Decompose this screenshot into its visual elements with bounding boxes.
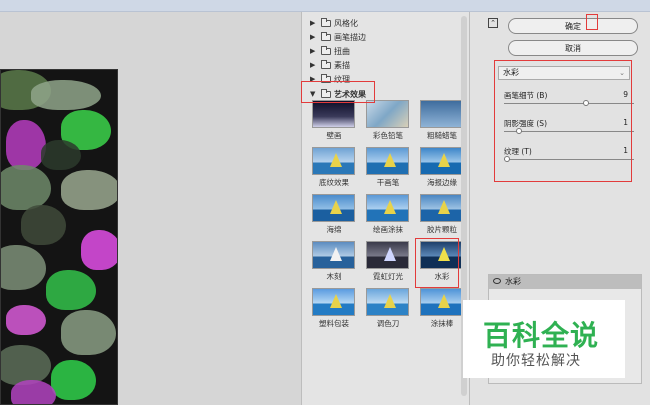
filter-thumb[interactable]: 调色刀 — [366, 288, 410, 329]
filter-thumb[interactable]: 木刻 — [312, 241, 356, 282]
filter-preview-image — [312, 100, 355, 128]
folder-icon — [321, 31, 331, 41]
filter-gallery: ▶ 风格化 ▶ 画笔描边 ▶ 扭曲 ▶ 素描 ▶ 纹理 ▼ 艺术效果 壁画 彩色… — [302, 12, 470, 405]
filter-preview-image — [420, 241, 463, 269]
filter-preview-image — [312, 288, 355, 316]
filter-thumb[interactable]: 壁画 — [312, 100, 356, 141]
category-artistic[interactable]: ▼ 艺术效果 — [310, 87, 366, 101]
category-sketch[interactable]: ▶ 素描 — [310, 58, 350, 72]
chevron-right-icon: ▶ — [310, 47, 316, 55]
filter-preview-image — [420, 100, 463, 128]
filter-settings: 水彩 ⌄ 画笔细节 (B) 9 阴影强度 (S) 1 纹理 (T) 1 — [496, 62, 634, 182]
filter-preview-image — [420, 288, 463, 316]
chevron-right-icon: ▶ — [310, 75, 316, 83]
filter-preview-image — [420, 147, 463, 175]
filter-preview-image — [366, 100, 409, 128]
watermark: 百科全说 助你轻松解决 — [463, 300, 625, 378]
category-texture[interactable]: ▶ 纹理 — [310, 72, 350, 86]
preview-area[interactable] — [0, 12, 302, 405]
chevron-right-icon: ▶ — [310, 33, 316, 41]
category-distort[interactable]: ▶ 扭曲 — [310, 44, 350, 58]
filter-preview-image — [420, 194, 463, 222]
slider-knob[interactable] — [504, 156, 510, 162]
slider-knob[interactable] — [516, 128, 523, 134]
slider-track[interactable] — [504, 159, 634, 160]
eye-icon[interactable] — [493, 278, 501, 284]
filter-thumb[interactable]: 底纹效果 — [312, 147, 356, 188]
filter-preview-image — [312, 194, 355, 222]
category-stylize[interactable]: ▶ 风格化 — [310, 16, 358, 30]
slider-track[interactable] — [504, 103, 634, 104]
filter-select[interactable]: 水彩 ⌄ — [498, 66, 630, 80]
folder-icon — [321, 73, 331, 83]
filter-preview-image — [366, 288, 409, 316]
chevron-down-icon: ⌄ — [619, 69, 625, 77]
folder-icon — [321, 45, 331, 55]
filter-preview-image — [366, 194, 409, 222]
filter-preview-image — [366, 147, 409, 175]
slider-track[interactable] — [504, 131, 634, 132]
chevron-down-icon: ▼ — [310, 90, 316, 98]
filter-thumb[interactable]: 涂抹棒 — [420, 288, 464, 329]
folder-icon — [321, 17, 331, 27]
folder-icon — [321, 88, 331, 98]
category-brush-strokes[interactable]: ▶ 画笔描边 — [310, 30, 366, 44]
filter-preview-image — [312, 241, 355, 269]
chevron-right-icon: ▶ — [310, 61, 316, 69]
folder-icon — [321, 59, 331, 69]
filter-thumb[interactable]: 海报边缘 — [420, 147, 464, 188]
filter-thumb[interactable]: 胶片颗粒 — [420, 194, 464, 235]
ok-button[interactable]: 确定 — [508, 18, 638, 34]
preview-canvas[interactable] — [0, 69, 118, 405]
filter-thumb[interactable]: 塑料包装 — [312, 288, 356, 329]
filter-preview-image — [312, 147, 355, 175]
chevron-right-icon: ▶ — [310, 19, 316, 27]
filter-thumb[interactable]: 霓虹灯光 — [366, 241, 410, 282]
panel-toggle-icon[interactable]: ⌃ — [488, 18, 498, 28]
slider-knob[interactable] — [583, 100, 590, 106]
title-bar — [0, 0, 650, 12]
filter-thumb[interactable]: 干画笔 — [366, 147, 410, 188]
filter-thumb[interactable]: 海绵 — [312, 194, 356, 235]
filter-thumb[interactable]: 粗糙蜡笔 — [420, 100, 464, 141]
filter-thumb[interactable]: 彩色铅笔 — [366, 100, 410, 141]
effect-layer-row[interactable]: 水彩 — [489, 275, 641, 289]
filter-thumb-selected[interactable]: 水彩 — [420, 241, 464, 282]
filter-preview-image — [366, 241, 409, 269]
cancel-button[interactable]: 取消 — [508, 40, 638, 56]
filter-thumb[interactable]: 绘画涂抹 — [366, 194, 410, 235]
